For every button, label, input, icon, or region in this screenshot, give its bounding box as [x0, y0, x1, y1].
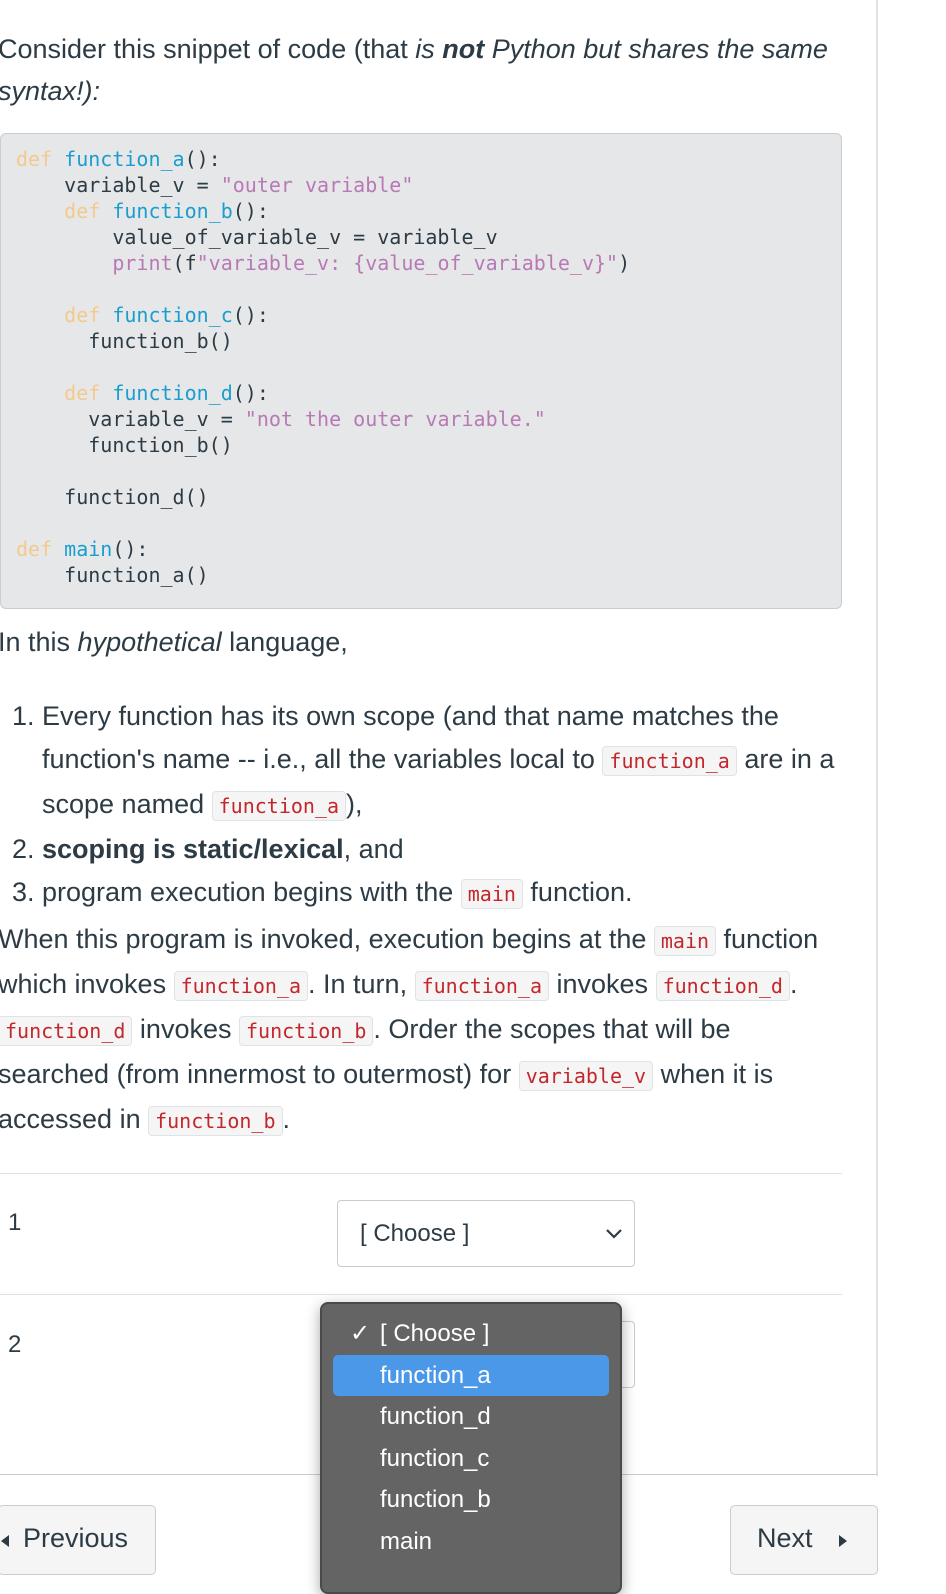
- answer-divider: [0, 1294, 842, 1295]
- answer-divider: [0, 1173, 842, 1174]
- list-item: 2. scoping is static/lexical, and: [12, 834, 404, 864]
- rules-list: 1. Every function has its own scope (and …: [12, 695, 852, 916]
- dropdown-option-main[interactable]: main: [333, 1521, 609, 1563]
- select-value: [ Choose ]: [360, 1220, 470, 1247]
- content-right-border: [876, 0, 878, 1476]
- answer-select-1[interactable]: [ Choose ]: [337, 1200, 635, 1267]
- dropdown-option-function-c[interactable]: function_c: [333, 1438, 609, 1480]
- caret-left-icon: [1, 1535, 9, 1547]
- answer-row-label: 2: [8, 1331, 22, 1358]
- list-item: 3. program execution begins with the main…: [12, 877, 633, 909]
- dropdown-option-function-d[interactable]: function_d: [333, 1396, 609, 1438]
- dropdown-option-function-a[interactable]: function_a: [333, 1354, 609, 1396]
- next-button[interactable]: Next: [730, 1505, 878, 1575]
- previous-button[interactable]: Previous: [0, 1505, 156, 1575]
- caret-right-icon: [839, 1535, 847, 1547]
- answer-row-label: 1: [8, 1209, 22, 1236]
- question-intro: Consider this snippet of code (that is n…: [0, 34, 828, 106]
- language-intro: In this hypothetical language,: [0, 627, 348, 657]
- chevron-down-icon: [606, 1229, 622, 1239]
- code-snippet: def function_a(): variable_v = "outer va…: [0, 133, 842, 609]
- list-item: 1. Every function has its own scope (and …: [12, 701, 835, 821]
- checkmark-icon: ✓: [350, 1320, 371, 1347]
- dropdown-menu: ✓[ Choose ] function_a function_d functi…: [320, 1302, 622, 1594]
- dropdown-option-choose[interactable]: ✓[ Choose ]: [333, 1313, 609, 1355]
- dropdown-option-function-b[interactable]: function_b: [333, 1479, 609, 1521]
- question-description: When this program is invoked, execution …: [0, 924, 819, 1136]
